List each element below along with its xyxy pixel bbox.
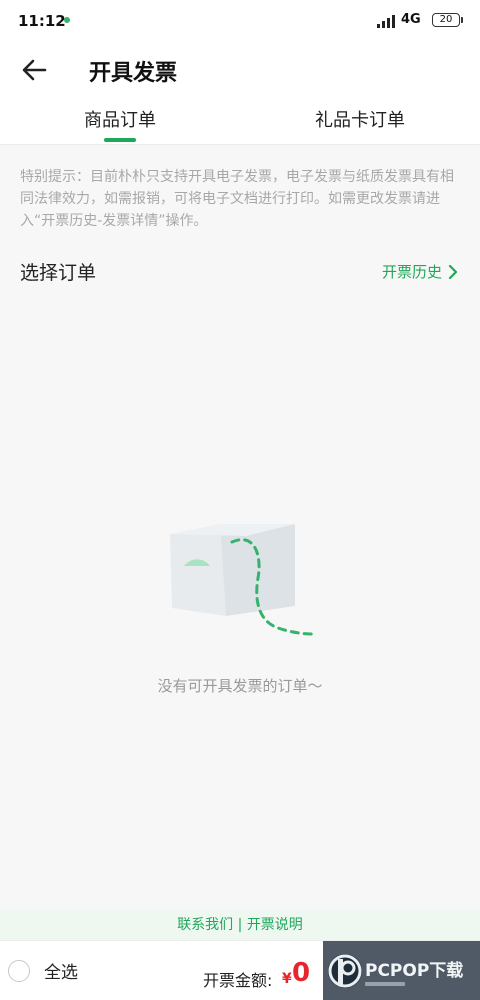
section-title: 选择订单: [20, 262, 97, 284]
empty-box-icon: [170, 524, 314, 636]
status-time: 11:12: [18, 12, 66, 30]
submit-invoice-button[interactable]: PCPOP下载: [323, 941, 480, 1000]
help-bar: 联系我们 | 开票说明: [0, 910, 480, 940]
notification-dot-icon: [64, 17, 70, 23]
signal-icon: [377, 15, 395, 28]
watermark-logo: PCPOP下载: [323, 941, 480, 1000]
select-all-checkbox[interactable]: 全选: [8, 958, 78, 983]
invoice-history-label: 开票历史: [381, 263, 442, 281]
watermark-text: PCPOP下载: [365, 960, 463, 981]
header: 开具发票: [0, 42, 480, 98]
bottom-bar: 全选 开票金额: ¥ 0 PCPOP下载: [0, 940, 480, 1000]
arrow-left-icon[interactable]: [20, 56, 50, 84]
invoice-history-link[interactable]: 开票历史: [382, 261, 458, 282]
tab-bar: 商品订单 礼品卡订单: [0, 98, 480, 145]
currency-symbol: ¥: [282, 971, 292, 987]
notice-text: 特别提示：目前朴朴只支持开具电子发票，电子发票与纸质发票具有相同法律效力，如需报…: [20, 169, 454, 229]
tab-gift-card-orders[interactable]: 礼品卡订单: [240, 98, 480, 144]
active-tab-indicator: [104, 138, 136, 142]
invoice-explanation-link[interactable]: 开票说明: [247, 917, 303, 933]
invoice-amount-label: 开票金额:: [203, 971, 273, 990]
battery-icon: 20: [432, 13, 463, 27]
chevron-right-icon: [448, 264, 458, 279]
contact-us-link[interactable]: 联系我们: [177, 917, 233, 933]
help-separator: |: [233, 917, 247, 933]
radio-unchecked-icon: [8, 959, 30, 982]
invoice-amount-value: 0: [292, 958, 311, 988]
page-title: 开具发票: [89, 61, 178, 86]
status-bar: 11:12 4G 20: [0, 0, 480, 42]
empty-state-message: 没有可开具发票的订单～: [157, 677, 323, 695]
select-all-label: 全选: [44, 963, 78, 983]
network-type: 4G: [401, 12, 421, 27]
